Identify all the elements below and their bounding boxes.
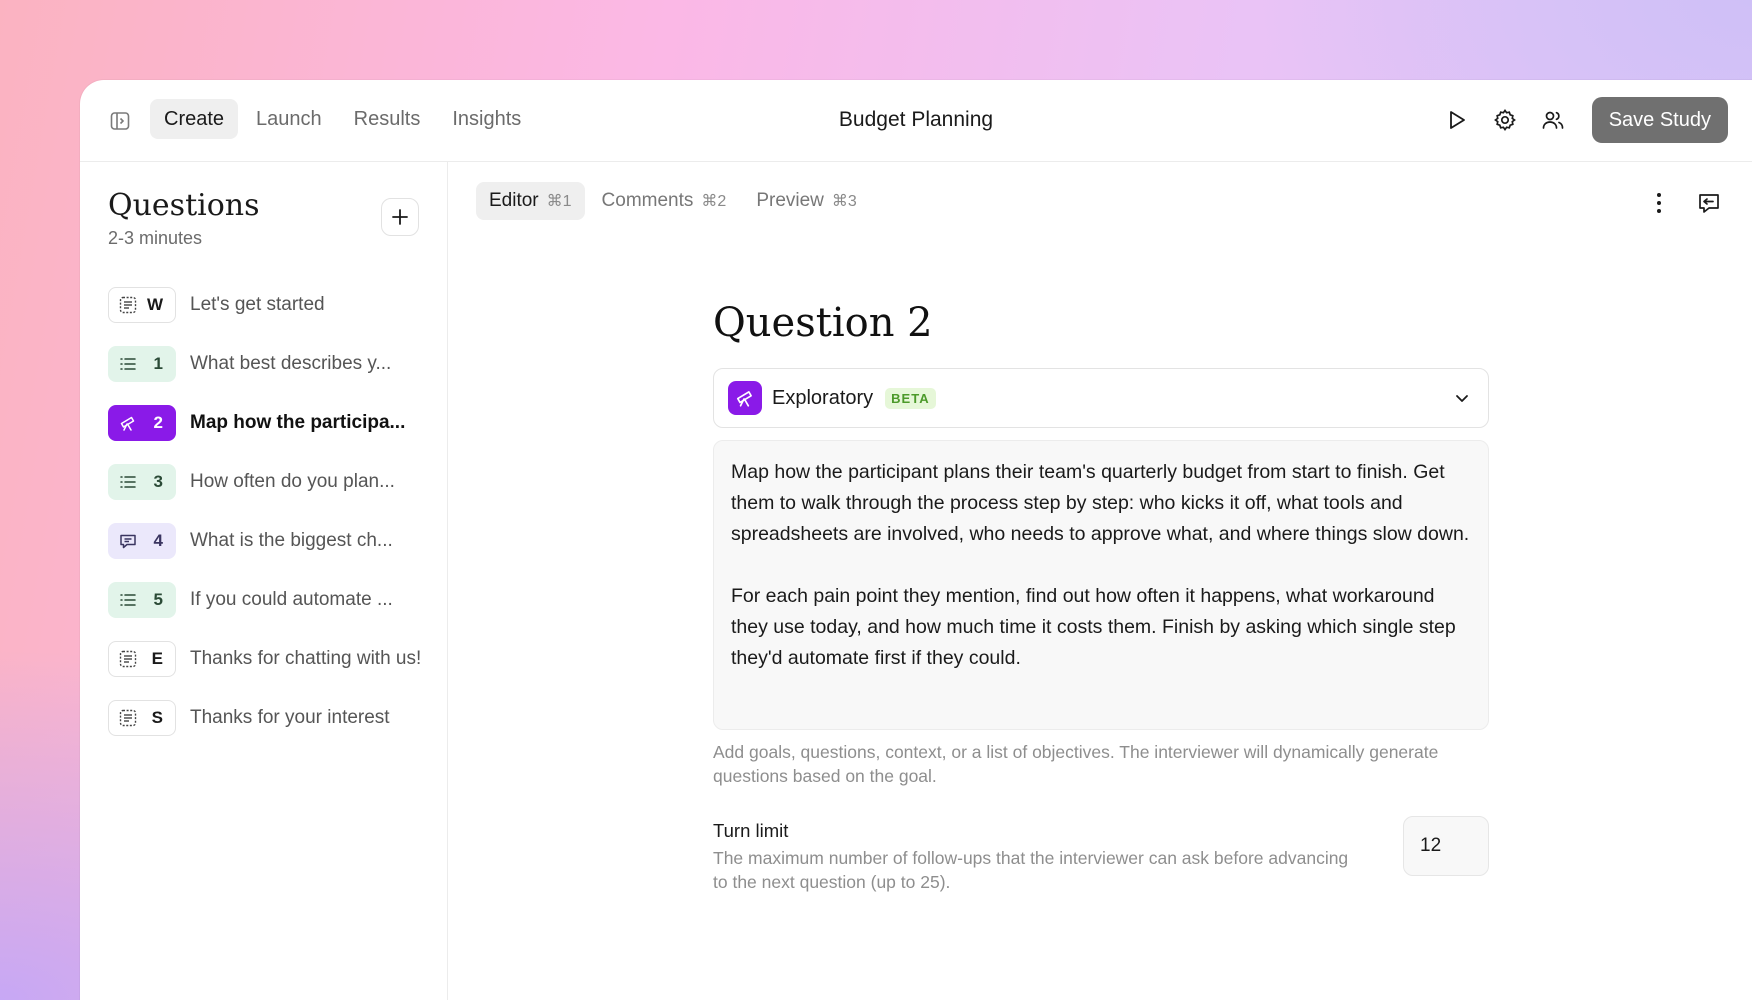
question-item-end[interactable]: E Thanks for chatting with us! bbox=[108, 629, 447, 688]
doc-text-icon bbox=[119, 296, 137, 313]
question-badge: 2 bbox=[108, 404, 176, 441]
prompt-helper-text: Add goals, questions, context, or a list… bbox=[713, 742, 1439, 786]
telescope-icon bbox=[728, 381, 762, 415]
question-item-1[interactable]: 1 What best describes y... bbox=[108, 334, 447, 393]
question-type-select[interactable]: Exploratory BETA bbox=[713, 368, 1489, 428]
plus-icon bbox=[392, 209, 408, 225]
prompt-textarea[interactable]: Map how the participant plans their team… bbox=[713, 440, 1489, 730]
questions-duration: 2-3 minutes bbox=[108, 228, 203, 248]
tab-create[interactable]: Create bbox=[150, 99, 239, 139]
question-text: How often do you plan... bbox=[190, 470, 395, 492]
shortcut-hint: ⌘1 bbox=[546, 193, 572, 210]
turn-limit-label: Turn limit bbox=[713, 820, 789, 841]
main-tabs: Create Launch Results Insights bbox=[150, 99, 535, 139]
question-item-4[interactable]: 4 What is the biggest ch... bbox=[108, 511, 447, 570]
tab-insights[interactable]: Insights bbox=[438, 99, 535, 139]
list-icon bbox=[120, 475, 136, 488]
question-item-screenout[interactable]: S Thanks for your interest bbox=[108, 688, 447, 747]
beta-badge: BETA bbox=[885, 387, 936, 409]
editor-actions bbox=[1646, 190, 1722, 216]
list-icon bbox=[120, 357, 136, 370]
question-list: W Let's get started 1 What best describe… bbox=[108, 275, 447, 747]
users-icon[interactable] bbox=[1540, 107, 1566, 133]
question-text: What best describes y... bbox=[190, 352, 392, 374]
question-badge: W bbox=[108, 286, 176, 323]
save-study-button[interactable]: Save Study bbox=[1591, 97, 1728, 143]
question-text: Let's get started bbox=[190, 293, 325, 315]
question-badge: 4 bbox=[108, 522, 176, 559]
question-item-welcome[interactable]: W Let's get started bbox=[108, 275, 447, 334]
question-item-3[interactable]: 3 How often do you plan... bbox=[108, 452, 447, 511]
doc-text-icon bbox=[119, 650, 137, 667]
question-item-5[interactable]: 5 If you could automate ... bbox=[108, 570, 447, 629]
chat-icon bbox=[120, 534, 136, 548]
question-text: If you could automate ... bbox=[190, 588, 393, 610]
add-question-button[interactable] bbox=[381, 198, 419, 236]
shortcut-hint: ⌘3 bbox=[831, 193, 857, 210]
comment-icon[interactable] bbox=[1696, 190, 1722, 216]
question-text: Thanks for chatting with us! bbox=[190, 647, 422, 669]
editor-subtabs: Editor ⌘1 Comments ⌘2 Preview ⌘3 bbox=[476, 182, 870, 220]
turn-limit-input[interactable]: 12 bbox=[1403, 816, 1489, 876]
app-window: Create Launch Results Insights Budget Pl… bbox=[80, 80, 1752, 1000]
study-title[interactable]: Budget Planning bbox=[839, 108, 993, 131]
question-editor: Question 2 Exploratory BETA Map how the … bbox=[713, 300, 1489, 892]
question-badge: 5 bbox=[108, 581, 176, 618]
chevron-down-icon bbox=[1456, 395, 1468, 402]
doc-text-icon bbox=[119, 709, 137, 726]
tab-results[interactable]: Results bbox=[340, 99, 435, 139]
question-text: Map how the participa... bbox=[190, 411, 406, 433]
more-vertical-icon[interactable] bbox=[1646, 190, 1672, 216]
tab-preview[interactable]: Preview ⌘3 bbox=[743, 182, 869, 220]
question-badge: S bbox=[108, 699, 176, 736]
question-type-label: Exploratory bbox=[772, 386, 874, 409]
play-icon[interactable] bbox=[1444, 107, 1470, 133]
turn-limit-section: Turn limit The maximum number of follow-… bbox=[713, 816, 1489, 892]
shortcut-hint: ⌘2 bbox=[701, 193, 727, 210]
tab-comments[interactable]: Comments ⌘2 bbox=[589, 182, 740, 220]
list-icon bbox=[120, 593, 136, 606]
turn-limit-description: The maximum number of follow-ups that th… bbox=[713, 848, 1349, 892]
question-text: What is the biggest ch... bbox=[190, 529, 393, 551]
questions-title: Questions bbox=[108, 188, 260, 223]
question-badge: 1 bbox=[108, 345, 176, 382]
question-heading: Question 2 bbox=[713, 300, 933, 346]
tab-launch[interactable]: Launch bbox=[242, 99, 336, 139]
gear-icon[interactable] bbox=[1492, 107, 1518, 133]
question-badge: E bbox=[108, 640, 176, 677]
question-badge: 3 bbox=[108, 463, 176, 500]
sidebar-toggle-icon[interactable] bbox=[109, 110, 131, 132]
tab-editor[interactable]: Editor ⌘1 bbox=[476, 182, 585, 220]
question-text: Thanks for your interest bbox=[190, 706, 390, 728]
questions-sidebar: Questions 2-3 minutes W Let's get starte… bbox=[80, 162, 448, 1000]
top-bar: Create Launch Results Insights Budget Pl… bbox=[80, 80, 1752, 162]
telescope-icon bbox=[120, 416, 135, 431]
question-item-2[interactable]: 2 Map how the participa... bbox=[108, 393, 447, 452]
